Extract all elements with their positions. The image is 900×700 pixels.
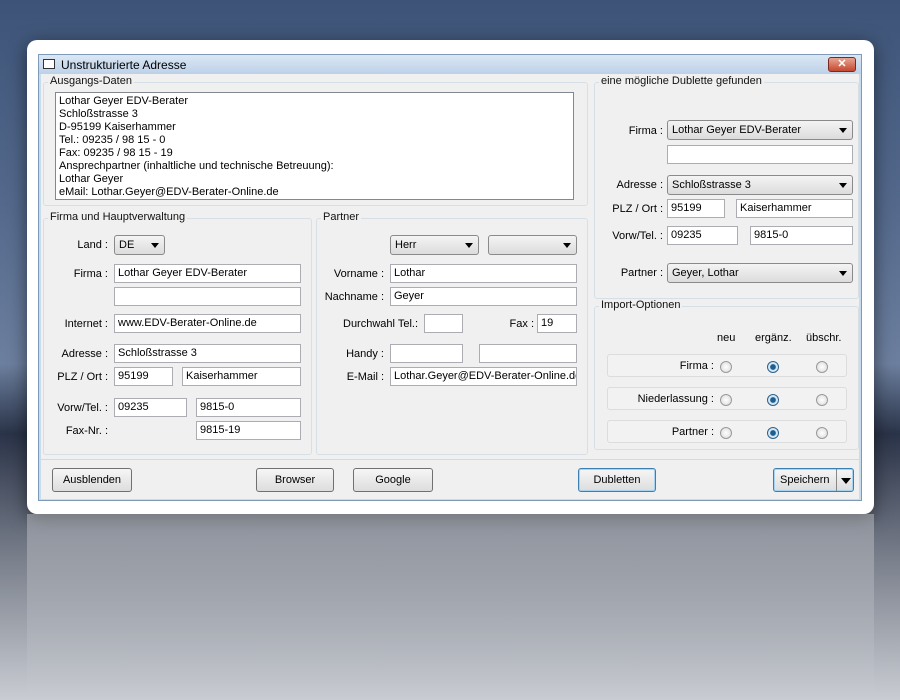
- save-button[interactable]: Speichern: [780, 474, 830, 486]
- firma-label: Firma :: [73, 268, 108, 280]
- adresse-label: Adresse :: [61, 348, 108, 360]
- hide-button[interactable]: Ausblenden: [52, 468, 132, 492]
- durchwahl-input[interactable]: [424, 314, 463, 333]
- chevron-down-icon: [839, 271, 847, 276]
- col-ergaenz: ergänz.: [755, 332, 792, 344]
- firma2-input[interactable]: [114, 287, 301, 306]
- source-group-label: Ausgangs-Daten: [48, 75, 134, 87]
- chevron-down-icon: [839, 183, 847, 188]
- anrede-select[interactable]: Herr: [390, 235, 479, 255]
- plz-input[interactable]: 95199: [114, 367, 173, 386]
- plz-label: PLZ / Ort :: [57, 371, 108, 383]
- radio-niederlassung-ueberschr[interactable]: [816, 394, 828, 406]
- radio-partner-ergaenz[interactable]: [767, 427, 779, 439]
- window-reflection: [27, 514, 874, 700]
- dup-partner-value: Geyer, Lothar: [672, 267, 739, 279]
- dup-ort-input[interactable]: Kaiserhammer: [736, 199, 853, 218]
- window-frame: Unstrukturierte Adresse ✕ Ausgangs-Daten…: [38, 54, 862, 501]
- internet-label: Internet :: [64, 318, 108, 330]
- radio-niederlassung-neu[interactable]: [720, 394, 732, 406]
- divider: [41, 459, 859, 460]
- adresse-input[interactable]: Schloßstrasse 3: [114, 344, 301, 363]
- land-select[interactable]: DE: [114, 235, 165, 255]
- title-bar[interactable]: Unstrukturierte Adresse ✕: [39, 55, 861, 74]
- tel-label: Vorw/Tel. :: [57, 402, 108, 414]
- col-ueberschr: übschr.: [806, 332, 842, 344]
- browser-button[interactable]: Browser: [256, 468, 334, 492]
- google-button[interactable]: Google: [353, 468, 433, 492]
- radio-firma-ueberschr[interactable]: [816, 361, 828, 373]
- dup-firma-select[interactable]: Lothar Geyer EDV-Berater: [667, 120, 853, 140]
- anrede-value: Herr: [395, 239, 417, 251]
- chevron-down-icon: [563, 243, 571, 248]
- email-label: E-Mail :: [346, 371, 384, 383]
- save-dropdown[interactable]: [836, 469, 853, 491]
- close-button[interactable]: ✕: [828, 57, 856, 72]
- internet-input[interactable]: www.EDV-Berater-Online.de: [114, 314, 301, 333]
- fax-label: Fax-Nr. :: [65, 425, 108, 437]
- nachname-input[interactable]: Geyer: [390, 287, 577, 306]
- radio-partner-neu[interactable]: [720, 427, 732, 439]
- dup-plz-input[interactable]: 95199: [667, 199, 725, 218]
- email-input[interactable]: Lothar.Geyer@EDV-Berater-Online.de: [390, 367, 577, 386]
- window-title: Unstrukturierte Adresse: [61, 58, 187, 72]
- dup-plz-label: PLZ / Ort :: [612, 203, 663, 215]
- partner-group-label: Partner: [321, 211, 362, 223]
- duplicate-group-label: eine mögliche Dublette gefunden: [599, 75, 764, 87]
- land-label: Land :: [77, 239, 108, 251]
- company-group-label: Firma und Hauptverwaltung: [48, 211, 188, 223]
- handy2-input[interactable]: [479, 344, 577, 363]
- chevron-down-icon: [839, 128, 847, 133]
- import-group-label: Import-Optionen: [599, 299, 683, 311]
- save-split-button[interactable]: Speichern: [773, 468, 854, 492]
- duplicates-button[interactable]: Dubletten: [578, 468, 656, 492]
- dup-vorwahl-input[interactable]: 09235: [667, 226, 738, 245]
- col-neu: neu: [717, 332, 736, 344]
- import-row-label: Niederlassung :: [637, 393, 714, 405]
- titel-select[interactable]: [488, 235, 577, 255]
- source-textarea[interactable]: Lothar Geyer EDV-Berater Schloßstrasse 3…: [55, 92, 574, 200]
- partner-fax-input[interactable]: 19: [537, 314, 577, 333]
- fax-input[interactable]: 9815-19: [196, 421, 301, 440]
- dialog-window: Unstrukturierte Adresse ✕ Ausgangs-Daten…: [27, 40, 874, 514]
- tel-input[interactable]: 9815-0: [196, 398, 301, 417]
- chevron-down-icon: [841, 478, 851, 484]
- firma-input[interactable]: Lothar Geyer EDV-Berater: [114, 264, 301, 283]
- dup-partner-select[interactable]: Geyer, Lothar: [667, 263, 853, 283]
- land-value: DE: [119, 239, 135, 251]
- dup-adresse-select[interactable]: Schloßstrasse 3: [667, 175, 853, 195]
- company-group: Firma und Hauptverwaltung: [43, 211, 312, 455]
- chevron-down-icon: [151, 243, 159, 248]
- dup-firma2-input[interactable]: [667, 145, 853, 164]
- dup-partner-label: Partner :: [620, 267, 663, 279]
- handy1-input[interactable]: [390, 344, 463, 363]
- radio-partner-ueberschr[interactable]: [816, 427, 828, 439]
- nachname-label: Nachname :: [324, 291, 384, 303]
- vorname-input[interactable]: Lothar: [390, 264, 577, 283]
- chevron-down-icon: [465, 243, 473, 248]
- vorname-label: Vorname :: [333, 268, 384, 280]
- dialog-client: Ausgangs-Daten Lothar Geyer EDV-Berater …: [41, 74, 859, 499]
- dup-adresse-value: Schloßstrasse 3: [672, 179, 751, 191]
- app-icon: [43, 59, 55, 69]
- durchwahl-label: Durchwahl Tel.:: [343, 318, 418, 330]
- dup-firma-value: Lothar Geyer EDV-Berater: [672, 124, 802, 136]
- dup-adresse-label: Adresse :: [616, 179, 663, 191]
- dup-tel-label: Vorw/Tel. :: [612, 230, 663, 242]
- radio-firma-ergaenz[interactable]: [767, 361, 779, 373]
- import-row-label: Partner :: [671, 426, 714, 438]
- ort-input[interactable]: Kaiserhammer: [182, 367, 301, 386]
- radio-firma-neu[interactable]: [720, 361, 732, 373]
- handy-label: Handy :: [346, 348, 384, 360]
- dup-tel-input[interactable]: 9815-0: [750, 226, 853, 245]
- dup-firma-label: Firma :: [628, 125, 663, 137]
- import-row-label: Firma :: [679, 360, 714, 372]
- radio-niederlassung-ergaenz[interactable]: [767, 394, 779, 406]
- partner-fax-label: Fax :: [509, 318, 534, 330]
- vorwahl-input[interactable]: 09235: [114, 398, 187, 417]
